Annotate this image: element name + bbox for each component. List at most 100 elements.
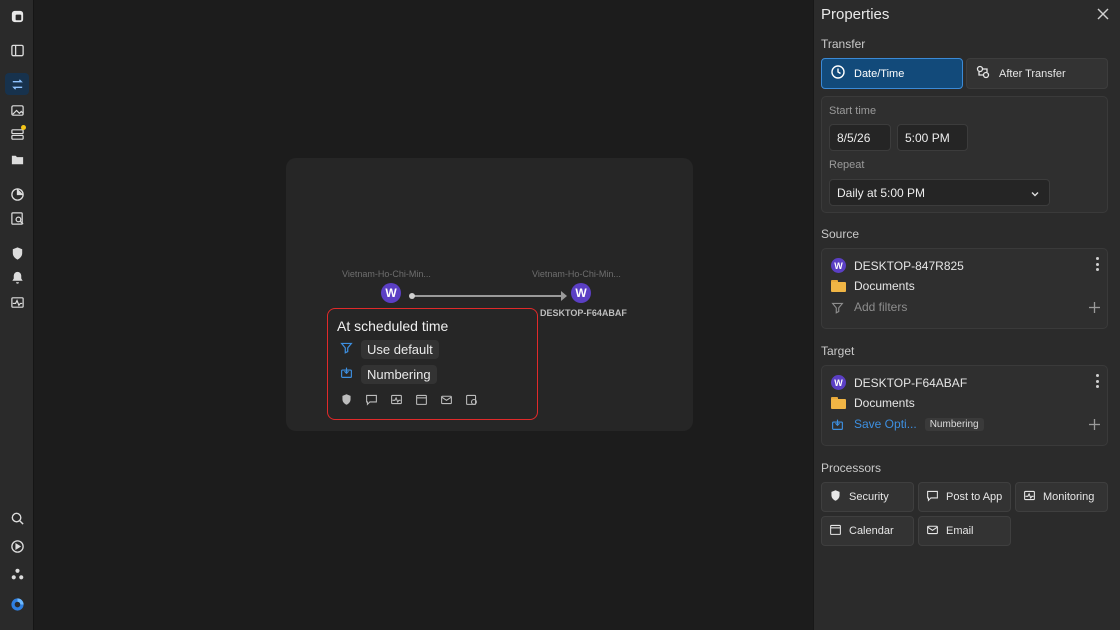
target-folder-row[interactable]: Documents bbox=[831, 396, 915, 410]
target-avatar: W bbox=[831, 375, 846, 390]
target-group: W DESKTOP-F64ABAF Documents Save Opti...… bbox=[821, 365, 1108, 446]
transfer-section-label: Transfer bbox=[821, 37, 866, 51]
workflow-canvas[interactable]: Vietnam-Ho-Chi-Min... W Vietnam-Ho-Chi-M… bbox=[34, 0, 813, 630]
post-to-app-label: Post to App bbox=[946, 491, 1003, 503]
panel-title: Properties bbox=[821, 6, 890, 23]
source-avatar: W bbox=[831, 258, 846, 273]
email-icon bbox=[926, 523, 939, 539]
processors-section-label: Processors bbox=[821, 461, 882, 475]
target-folder: Documents bbox=[854, 396, 915, 410]
transfers-icon[interactable] bbox=[5, 73, 29, 95]
nodes-icon[interactable] bbox=[5, 563, 29, 585]
numbering-row[interactable]: Numbering bbox=[340, 365, 437, 384]
monitoring-icon[interactable] bbox=[5, 291, 29, 313]
save-option-icon bbox=[831, 418, 846, 431]
chained-transfer-icon bbox=[975, 64, 991, 83]
calendar-icon[interactable] bbox=[415, 393, 428, 406]
after-transfer-label: After Transfer bbox=[999, 67, 1066, 80]
post-to-app-processor-button[interactable]: Post to App bbox=[918, 482, 1011, 512]
transfer-connector bbox=[409, 291, 567, 301]
filter-chip[interactable]: Use default bbox=[361, 340, 439, 359]
connector-start-dot bbox=[409, 293, 415, 299]
repeat-label: Repeat bbox=[829, 159, 865, 171]
search-icon[interactable] bbox=[5, 507, 29, 529]
images-icon[interactable] bbox=[5, 99, 29, 121]
email-processor-button[interactable]: Email bbox=[918, 516, 1011, 546]
clock-icon bbox=[830, 64, 846, 83]
start-date-field[interactable]: 8/5/26 bbox=[829, 124, 891, 151]
save-options-link[interactable]: Save Opti... bbox=[854, 417, 917, 431]
target-node-name: DESKTOP-F64ABAF bbox=[540, 308, 627, 318]
save-option-icon bbox=[340, 366, 353, 384]
email-icon[interactable] bbox=[440, 393, 453, 406]
source-section-label: Source bbox=[821, 227, 860, 241]
filter-row[interactable]: Use default bbox=[340, 340, 439, 359]
close-icon[interactable] bbox=[1096, 7, 1110, 21]
save-options-row[interactable]: Save Opti... Numbering bbox=[831, 417, 984, 431]
add-filters-row[interactable]: Add filters bbox=[831, 300, 907, 314]
calendar-label: Calendar bbox=[849, 525, 894, 537]
source-node-caption: Vietnam-Ho-Chi-Min... bbox=[342, 269, 431, 279]
properties-panel: Properties Transfer Date/Time After Tran… bbox=[813, 0, 1120, 630]
security-processor-button[interactable]: Security bbox=[821, 482, 914, 512]
filter-icon bbox=[340, 341, 353, 359]
monitoring-icon[interactable] bbox=[390, 393, 403, 406]
search-document-icon[interactable] bbox=[5, 207, 29, 229]
email-label: Email bbox=[946, 525, 974, 537]
app-logo-icon[interactable] bbox=[5, 5, 29, 27]
transfer-card[interactable]: Vietnam-Ho-Chi-Min... W Vietnam-Ho-Chi-M… bbox=[286, 158, 693, 431]
post-to-app-icon bbox=[926, 489, 939, 505]
left-rail bbox=[0, 0, 34, 630]
source-more-icon[interactable] bbox=[1094, 257, 1100, 271]
reports-icon[interactable] bbox=[5, 183, 29, 205]
filter-icon bbox=[831, 301, 846, 314]
start-time-field[interactable]: 5:00 PM bbox=[897, 124, 968, 151]
target-more-icon[interactable] bbox=[1094, 374, 1100, 388]
notifications-icon[interactable] bbox=[5, 266, 29, 288]
connector-arrow-icon bbox=[561, 291, 567, 301]
monitoring-icon bbox=[1023, 489, 1036, 505]
servers-icon[interactable] bbox=[5, 123, 29, 145]
target-device: DESKTOP-F64ABAF bbox=[854, 375, 968, 390]
target-node-caption: Vietnam-Ho-Chi-Min... bbox=[532, 269, 621, 279]
source-folder: Documents bbox=[854, 279, 915, 293]
security-label: Security bbox=[849, 491, 889, 503]
schedule-settings-group: Start time 8/5/26 5:00 PM Repeat Daily a… bbox=[821, 96, 1108, 213]
after-transfer-button[interactable]: After Transfer bbox=[966, 58, 1108, 89]
source-device-row[interactable]: W DESKTOP-847R825 bbox=[831, 258, 964, 273]
start-time-label: Start time bbox=[829, 105, 877, 117]
processor-icon-row bbox=[340, 393, 478, 406]
target-device-row[interactable]: W DESKTOP-F64ABAF bbox=[831, 375, 967, 390]
sidebar-toggle-icon[interactable] bbox=[5, 39, 29, 61]
play-icon[interactable] bbox=[5, 535, 29, 557]
security-icon[interactable] bbox=[340, 393, 353, 406]
notification-dot bbox=[21, 125, 26, 130]
schedule-title: At scheduled time bbox=[337, 318, 449, 334]
datetime-button[interactable]: Date/Time bbox=[821, 58, 963, 89]
source-group: W DESKTOP-847R825 Documents Add filters bbox=[821, 248, 1108, 329]
chevron-down-icon bbox=[1030, 188, 1040, 198]
target-node-avatar[interactable]: W bbox=[571, 283, 591, 303]
source-folder-row[interactable]: Documents bbox=[831, 279, 915, 293]
security-icon[interactable] bbox=[5, 242, 29, 264]
repeat-select[interactable]: Daily at 5:00 PM bbox=[829, 179, 1050, 206]
schedule-icon[interactable] bbox=[465, 393, 478, 406]
add-filter-plus-icon[interactable] bbox=[1089, 300, 1100, 313]
calendar-processor-button[interactable]: Calendar bbox=[821, 516, 914, 546]
calendar-icon bbox=[829, 523, 842, 539]
datetime-label: Date/Time bbox=[854, 67, 905, 80]
post-to-app-icon[interactable] bbox=[365, 393, 378, 406]
security-icon bbox=[829, 489, 842, 505]
add-save-option-plus-icon[interactable] bbox=[1089, 417, 1100, 430]
app-window: Vietnam-Ho-Chi-Min... W Vietnam-Ho-Chi-M… bbox=[0, 0, 1120, 630]
save-numbering-tag: Numbering bbox=[924, 417, 984, 431]
schedule-panel[interactable]: At scheduled time Use default Numbering bbox=[327, 308, 538, 420]
brand-logo-icon[interactable] bbox=[5, 593, 29, 615]
folder-icon bbox=[831, 397, 846, 409]
source-node-avatar[interactable]: W bbox=[381, 283, 401, 303]
target-section-label: Target bbox=[821, 344, 855, 358]
monitoring-processor-button[interactable]: Monitoring bbox=[1015, 482, 1108, 512]
folder-icon[interactable] bbox=[5, 148, 29, 170]
add-filters-label: Add filters bbox=[854, 300, 908, 314]
numbering-chip[interactable]: Numbering bbox=[361, 365, 437, 384]
